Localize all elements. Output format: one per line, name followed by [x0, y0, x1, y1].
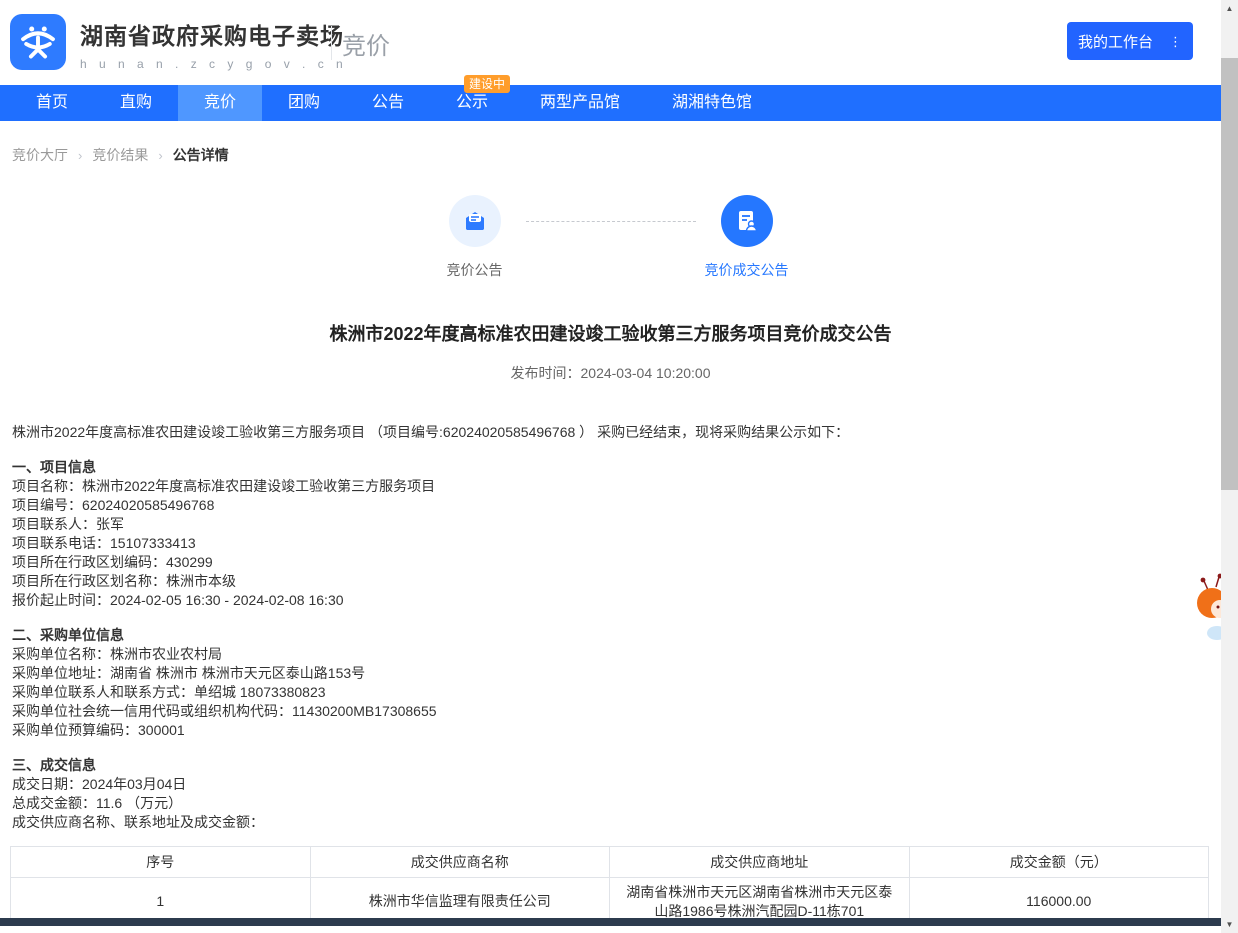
- workspace-button[interactable]: 我的工作台 ⋮: [1067, 22, 1193, 60]
- nav-item-竞价[interactable]: 竞价: [178, 85, 262, 121]
- footer-bar: [0, 918, 1221, 926]
- step-label: 竞价公告: [447, 260, 503, 280]
- site-domain: h u n a n . z c y g o v . c n: [80, 57, 347, 71]
- mail-icon: [449, 195, 501, 247]
- nav-item-两型产品馆[interactable]: 两型产品馆: [514, 85, 646, 121]
- nav-item-label: 首页: [36, 94, 68, 111]
- section-line: 采购单位地址：湖南省 株洲市 株洲市天元区泰山路153号: [12, 664, 1209, 683]
- top-header: 湖南省政府采购电子卖场 h u n a n . z c y g o v . c …: [0, 0, 1221, 85]
- scroll-up-arrow[interactable]: ▲: [1221, 0, 1238, 17]
- nav-item-湖湘特色馆[interactable]: 湖湘特色馆: [646, 85, 778, 121]
- deal-table-head: 序号成交供应商名称成交供应商地址成交金额（元）: [11, 847, 1209, 878]
- under-construction-badge: 建设中: [464, 75, 510, 93]
- section-heading: 三、成交信息: [12, 756, 1209, 775]
- nav-item-label: 直购: [120, 94, 152, 111]
- zcy-logo-icon: [16, 18, 60, 67]
- nav-item-直购[interactable]: 直购: [94, 85, 178, 121]
- step-deal-announcement[interactable]: 竞价成交公告: [672, 195, 822, 280]
- table-header-cell: 序号: [11, 847, 311, 878]
- section-line: 项目联系人：张军: [12, 515, 1209, 534]
- divider: [331, 26, 332, 60]
- nav-item-团购[interactable]: 团购: [262, 85, 346, 121]
- breadcrumb-item-3: 公告详情: [173, 145, 229, 165]
- section-line: 采购单位预算编码：300001: [12, 721, 1209, 740]
- announcement-body: 株洲市2022年度高标准农田建设竣工验收第三方服务项目 （项目编号:620240…: [0, 423, 1221, 832]
- channel-label: 竞价: [342, 26, 390, 61]
- section-line: 项目编号：62024020585496768: [12, 496, 1209, 515]
- announcement-intro: 株洲市2022年度高标准农田建设竣工验收第三方服务项目 （项目编号:620240…: [12, 423, 1209, 442]
- scroll-down-arrow[interactable]: ▼: [1221, 916, 1238, 933]
- section-line: 成交供应商名称、联系地址及成交金额：: [12, 813, 1209, 832]
- nav-item-label: 湖湘特色馆: [672, 94, 752, 111]
- main-nav: 首页 直购 竞价 团购 公告 公示建设中 两型产品馆 湖湘特色馆: [0, 85, 1221, 121]
- step-label: 竞价成交公告: [705, 260, 789, 280]
- section-line: 项目联系电话：15107333413: [12, 534, 1209, 553]
- site-logo[interactable]: [10, 14, 66, 70]
- section-line: 采购单位社会统一信用代码或组织机构代码：11430200MB17308655: [12, 702, 1209, 721]
- section-line: 项目所在行政区划名称：株洲市本级: [12, 572, 1209, 591]
- breadcrumb-separator: ›: [78, 148, 82, 163]
- step-indicator: 竞价公告 竞价成交公告: [0, 195, 1221, 280]
- nav-item-label: 竞价: [204, 94, 236, 111]
- table-header-cell: 成交金额（元）: [909, 847, 1209, 878]
- scrollbar[interactable]: ▲ ▼: [1221, 0, 1238, 933]
- nav-item-label: 公告: [372, 94, 404, 111]
- section-line: 项目名称：株洲市2022年度高标准农田建设竣工验收第三方服务项目: [12, 477, 1209, 496]
- section-3: 三、成交信息成交日期：2024年03月04日总成交金额：11.6 （万元）成交供…: [12, 756, 1209, 832]
- section-line: 报价起止时间：2024-02-05 16:30 - 2024-02-08 16:…: [12, 591, 1209, 610]
- section-2: 二、采购单位信息采购单位名称：株洲市农业农村局采购单位地址：湖南省 株洲市 株洲…: [12, 626, 1209, 740]
- section-heading: 一、项目信息: [12, 458, 1209, 477]
- deal-table: 序号成交供应商名称成交供应商地址成交金额（元） 1株洲市华信监理有限责任公司湖南…: [10, 846, 1209, 926]
- table-header-cell: 成交供应商地址: [610, 847, 910, 878]
- section-line: 总成交金额：11.6 （万元）: [12, 794, 1209, 813]
- more-dots-icon: ⋮: [1169, 35, 1182, 48]
- breadcrumb-item-2[interactable]: 竞价结果: [92, 145, 148, 165]
- breadcrumb: 竞价大厅 › 竞价结果 › 公告详情: [0, 121, 1221, 165]
- deal-doc-icon: [721, 195, 773, 247]
- nav-item-label: 两型产品馆: [540, 94, 620, 111]
- workspace-button-label: 我的工作台: [1078, 31, 1153, 52]
- site-title: 湖南省政府采购电子卖场: [80, 17, 347, 51]
- nav-item-label: 公示: [456, 94, 488, 111]
- publish-time: 发布时间：2024-03-04 10:20:00: [0, 363, 1221, 383]
- section-line: 采购单位名称：株洲市农业农村局: [12, 645, 1209, 664]
- section-line: 采购单位联系人和联系方式：单绍城 18073380823: [12, 683, 1209, 702]
- nav-item-公示[interactable]: 公示建设中: [430, 85, 514, 121]
- breadcrumb-item-1[interactable]: 竞价大厅: [12, 145, 68, 165]
- channel-block: 竞价: [331, 24, 390, 62]
- section-heading: 二、采购单位信息: [12, 626, 1209, 645]
- brand-block: 湖南省政府采购电子卖场 h u n a n . z c y g o v . c …: [80, 17, 347, 71]
- step-connector-line: [526, 221, 696, 222]
- section-1: 一、项目信息项目名称：株洲市2022年度高标准农田建设竣工验收第三方服务项目项目…: [12, 458, 1209, 610]
- announcement-sections: 一、项目信息项目名称：株洲市2022年度高标准农田建设竣工验收第三方服务项目项目…: [12, 458, 1209, 832]
- page: 湖南省政府采购电子卖场 h u n a n . z c y g o v . c …: [0, 0, 1221, 926]
- nav-item-公告[interactable]: 公告: [346, 85, 430, 121]
- step-bid-announcement[interactable]: 竞价公告: [400, 195, 550, 280]
- announcement-title: 株洲市2022年度高标准农田建设竣工验收第三方服务项目竞价成交公告: [0, 320, 1221, 346]
- section-line: 成交日期：2024年03月04日: [12, 775, 1209, 794]
- nav-item-label: 团购: [288, 94, 320, 111]
- nav-item-首页[interactable]: 首页: [10, 85, 94, 121]
- scrollbar-thumb[interactable]: [1221, 58, 1238, 490]
- section-line: 项目所在行政区划编码：430299: [12, 553, 1209, 572]
- table-header-cell: 成交供应商名称: [310, 847, 610, 878]
- breadcrumb-separator: ›: [158, 148, 162, 163]
